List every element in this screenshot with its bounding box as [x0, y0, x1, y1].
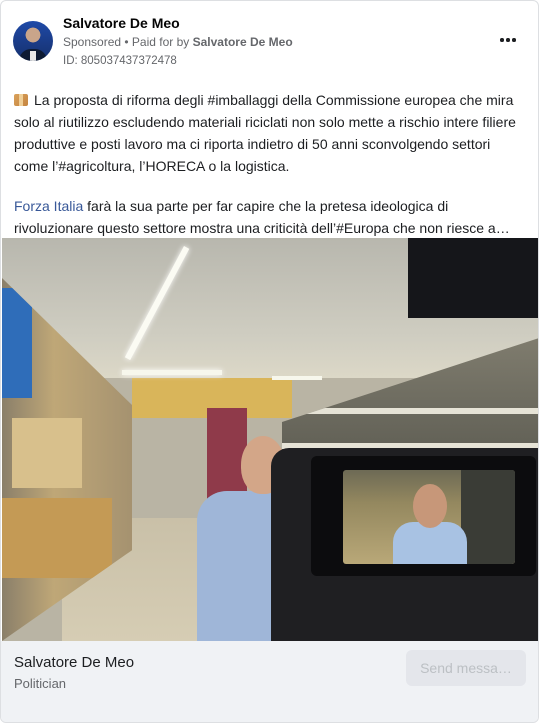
ad-card: Salvatore De Meo Sponsored • Paid for by…	[0, 0, 539, 723]
send-message-button[interactable]: Send messa…	[406, 650, 526, 686]
screen-shelf	[461, 470, 515, 564]
post-paragraph-1: La proposta di riforma degli #imballaggi…	[14, 89, 528, 177]
meta-separator: •	[121, 35, 132, 49]
footer-category: Politician	[14, 676, 67, 691]
post-paragraph-2: Forza Italia farà la sua parte per far c…	[14, 195, 528, 239]
sponsored-line: Sponsored • Paid for by Salvatore De Meo	[63, 35, 293, 49]
more-dot	[500, 38, 504, 42]
paid-for-prefix: Paid for by	[131, 35, 193, 49]
post-paragraph-2-text: farà la sua parte per far capire che la …	[14, 198, 510, 236]
image-product	[2, 288, 32, 398]
post-header: Salvatore De Meo Sponsored • Paid for by…	[13, 15, 526, 71]
image-camera-hood	[408, 238, 538, 318]
image-camera-screen	[343, 470, 515, 564]
author-name[interactable]: Salvatore De Meo	[63, 15, 180, 31]
post-paragraph-1-text: La proposta di riforma degli #imballaggi…	[14, 92, 516, 174]
avatar[interactable]	[13, 21, 53, 61]
image-product	[12, 418, 82, 488]
image-ceiling-light	[122, 370, 222, 375]
more-dot	[506, 38, 510, 42]
ad-footer: Salvatore De Meo Politician Send messa…	[1, 641, 538, 722]
image-ceiling-light	[272, 376, 322, 380]
screen-person-head	[413, 484, 447, 528]
sponsored-label: Sponsored	[63, 35, 122, 49]
post-text: La proposta di riforma degli #imballaggi…	[14, 89, 528, 257]
screen-person-body	[393, 522, 467, 564]
footer-page-name[interactable]: Salvatore De Meo	[14, 654, 134, 671]
shelf-row	[282, 408, 538, 414]
more-horizontal-icon[interactable]	[496, 33, 520, 47]
forza-italia-link[interactable]: Forza Italia	[14, 198, 83, 214]
image-product	[2, 498, 112, 578]
package-icon	[14, 94, 28, 106]
ad-id: ID: 805037437372478	[63, 55, 177, 67]
paid-for-name[interactable]: Salvatore De Meo	[193, 35, 293, 49]
avatar-shirt	[30, 51, 36, 61]
more-dot	[512, 38, 516, 42]
